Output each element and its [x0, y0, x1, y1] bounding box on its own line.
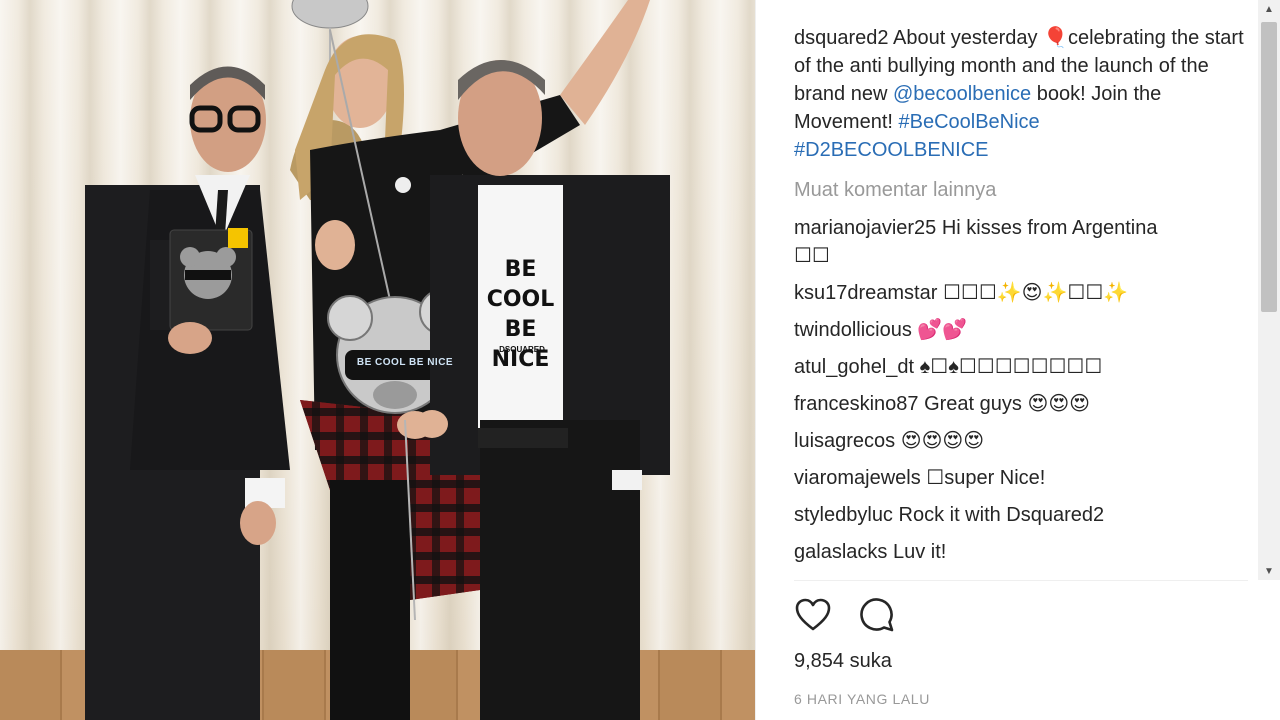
comment-text: Luv it! — [892, 541, 947, 563]
comment-username[interactable]: luisagrecos — [794, 430, 895, 452]
balloon-print: BE COOL BE NICE — [356, 357, 454, 368]
like-button[interactable] — [794, 596, 832, 634]
comment-button[interactable] — [858, 596, 896, 634]
scroll-up-arrow-icon[interactable]: ▲ — [1258, 0, 1280, 18]
comment-username[interactable]: styledbyluc — [794, 504, 893, 526]
comment-text: ♠☐♠☐☐☐☐☐☐☐☐ — [919, 356, 1103, 378]
comment-text: Great guys 😍😍😍 — [924, 393, 1091, 415]
post-timestamp: 6 HARI YANG LALU — [794, 691, 930, 707]
comment-item: galaslacks Luv it! — [794, 538, 1256, 566]
comment-username[interactable]: marianojavier25 — [794, 217, 936, 239]
comment-item: ksu17dreamstar ☐☐☐✨😍✨☐☐✨ — [794, 279, 1256, 307]
comments-scrollbar[interactable]: ▲ ▼ — [1258, 0, 1280, 580]
comment-text: Rock it with Dsquared2 — [898, 504, 1105, 526]
likes-count[interactable]: 9,854 suka — [794, 650, 892, 673]
comment-username[interactable]: twindollicious — [794, 319, 912, 341]
post-photo[interactable]: BE COOL BE NICE DSQUARED BE COOL BE NICE — [0, 0, 755, 720]
comment-text: ☐☐☐✨😍✨☐☐✨ — [942, 282, 1129, 304]
scrollbar-thumb[interactable] — [1261, 22, 1277, 312]
actions-divider — [794, 580, 1248, 581]
comment-item: marianojavier25 Hi kisses from Argentina… — [794, 214, 1256, 270]
post-details-panel: dsquared2 About yesterday 🎈celebrating t… — [755, 0, 1280, 720]
comment-username[interactable]: franceskino87 — [794, 393, 919, 415]
heart-icon — [795, 598, 831, 631]
caption-text-1: About yesterday — [888, 27, 1044, 49]
comment-text: Hi kisses from Argentina — [941, 217, 1158, 239]
shirt-text: BE COOL BE NICE — [486, 257, 555, 372]
comment-username[interactable]: viaromajewels — [794, 467, 921, 489]
balloon-top — [291, 0, 369, 29]
mention-link[interactable]: @becoolbenice — [893, 83, 1031, 105]
comment-text: 💕💕 — [917, 319, 968, 341]
hashtag-link-becoolbenice[interactable]: #BeCoolBeNice — [898, 111, 1039, 133]
comment-text: ☐super Nice! — [926, 467, 1046, 489]
comment-item: franceskino87 Great guys 😍😍😍 — [794, 390, 1256, 418]
comment-item: atul_gohel_dt ♠☐♠☐☐☐☐☐☐☐☐ — [794, 353, 1256, 381]
comment-username[interactable]: galaslacks — [794, 541, 887, 563]
comment-item: luisagrecos 😍😍😍😍 — [794, 427, 1256, 455]
balloon-emoji-icon: 🎈 — [1043, 27, 1068, 49]
shirt-brand: DSQUARED — [499, 345, 545, 354]
comment-bubble-icon — [860, 598, 894, 632]
shirt-print: BE COOL BE NICE — [478, 255, 563, 375]
comment-item: twindollicious 💕💕 — [794, 316, 1256, 344]
scroll-down-arrow-icon[interactable]: ▼ — [1258, 562, 1280, 580]
comments-list[interactable]: dsquared2 About yesterday 🎈celebrating t… — [794, 24, 1256, 584]
hashtag-link-d2becoolbenice[interactable]: #D2BECOOLBENICE — [794, 139, 989, 161]
caption-username[interactable]: dsquared2 — [794, 27, 889, 49]
post-actions — [794, 596, 896, 634]
comment-text: 😍😍😍😍 — [900, 430, 985, 452]
left-man — [85, 66, 290, 720]
comment-text-continued: ☐☐ — [794, 245, 830, 267]
post-caption: dsquared2 About yesterday 🎈celebrating t… — [794, 24, 1256, 164]
comment-item: styledbyluc Rock it with Dsquared2 — [794, 501, 1256, 529]
comment-username[interactable]: atul_gohel_dt — [794, 356, 914, 378]
load-more-comments-link[interactable]: Muat komentar lainnya — [794, 176, 1256, 204]
comment-username[interactable]: ksu17dreamstar — [794, 282, 937, 304]
comment-item: viaromajewels ☐super Nice! — [794, 464, 1256, 492]
